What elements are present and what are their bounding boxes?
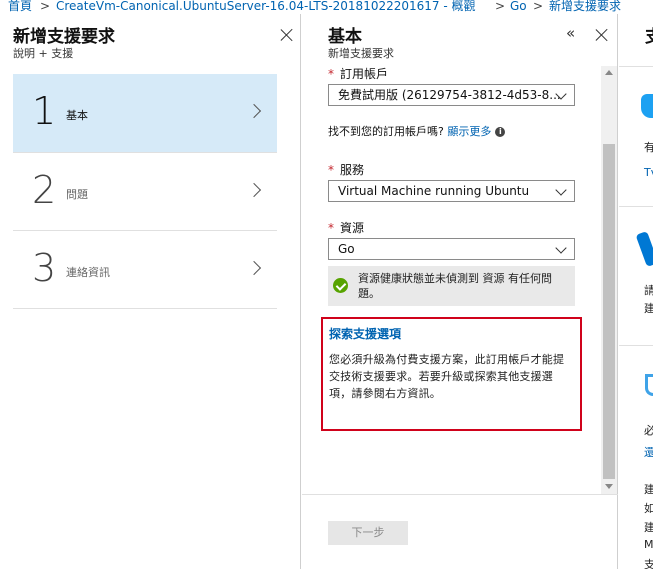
step-number: 3 xyxy=(32,246,57,290)
panel3-text: 有 xyxy=(644,141,653,154)
twitter-icon xyxy=(641,94,653,118)
breadcrumb-new-support-request[interactable]: 新增支援要求 xyxy=(549,0,621,12)
info-icon[interactable]: i xyxy=(495,127,506,137)
blade-subtitle: 說明 + 支援 xyxy=(13,47,74,60)
support-plans-blade: 支 有 Tv 請 建 必 還 建 如 建 M 支 xyxy=(619,14,653,569)
explore-title: 探索支援選項 xyxy=(329,327,402,341)
show-more-link[interactable]: 顯示更多 xyxy=(447,125,491,138)
panel3-text: 建 xyxy=(644,302,653,315)
step-problem[interactable]: 2 問題 xyxy=(13,152,277,230)
panel3-text: 建 xyxy=(644,521,653,534)
step-label: 連絡資訊 xyxy=(66,266,110,279)
panel3-text: M xyxy=(644,538,653,551)
step-label: 基本 xyxy=(66,109,88,122)
panel3-text: 支 xyxy=(644,558,653,569)
health-message: 資源健康狀態並未偵測到 資源 有任何問題。 xyxy=(358,272,552,300)
breadcrumb: 首頁 > CreateVm-Canonical.UbuntuServer-16.… xyxy=(0,0,653,14)
step-label: 問題 xyxy=(66,188,88,201)
close-icon[interactable] xyxy=(280,28,294,42)
explore-support-options: 探索支援選項 您必須升級為付費支援方案，此訂用帳戶才能提交技術支援要求。若要升級… xyxy=(321,317,582,431)
panel3-link[interactable]: 還 xyxy=(644,444,653,460)
divider xyxy=(619,345,653,346)
resource-value: Go xyxy=(338,242,355,256)
chevron-right-icon xyxy=(246,182,262,198)
chevron-right-icon xyxy=(246,103,262,119)
resource-label: * 資源 xyxy=(328,221,365,235)
step-number: 2 xyxy=(32,168,57,212)
scroll-down-icon[interactable] xyxy=(605,484,613,489)
scroll-up-icon[interactable] xyxy=(605,70,613,75)
service-label: * 服務 xyxy=(328,163,365,177)
panel3-text: 建 xyxy=(644,483,653,496)
breadcrumb-home[interactable]: 首頁 xyxy=(8,0,32,12)
panel3-text: 必 xyxy=(644,424,653,437)
divider xyxy=(619,206,653,207)
step-basics[interactable]: 1 基本 xyxy=(13,74,277,152)
chevron-down-icon xyxy=(555,242,567,254)
step-number: 1 xyxy=(32,89,57,133)
service-value: Virtual Machine running Ubuntu xyxy=(338,184,530,198)
breadcrumb-vm-overview[interactable]: CreateVm-Canonical.UbuntuServer-16.04-LT… xyxy=(56,0,476,12)
panel3-text: 請 xyxy=(644,284,653,297)
support-request-steps-blade: 新增支援要求 說明 + 支援 1 基本 2 問題 3 連絡資訊 xyxy=(0,14,301,569)
blade-title: 基本 xyxy=(328,27,362,47)
divider xyxy=(302,494,618,495)
panel3-text: 如 xyxy=(644,502,653,515)
step-contact-info[interactable]: 3 連絡資訊 xyxy=(13,230,277,308)
blade-title: 新增支援要求 xyxy=(13,27,115,47)
explore-body: 您必須升級為付費支援方案，此訂用帳戶才能提交技術支援要求。若要升級或探索其他支援… xyxy=(329,353,565,400)
subscription-value: 免費試用版 (26129754-3812-4d53-8... xyxy=(338,88,561,102)
basics-blade: 基本 新增支援要求 « * 訂用帳戶 免費試用版 (26129754-3812-4… xyxy=(302,14,618,569)
panel3-link[interactable]: Tv xyxy=(644,166,653,179)
collapse-icon[interactable]: « xyxy=(566,24,575,42)
tools-icon xyxy=(635,230,653,268)
divider xyxy=(619,66,653,67)
breadcrumb-separator: > xyxy=(40,0,51,13)
close-icon[interactable] xyxy=(595,28,609,42)
breadcrumb-separator: > xyxy=(533,0,544,13)
subscription-select[interactable]: 免費試用版 (26129754-3812-4d53-8... xyxy=(328,84,575,106)
service-select[interactable]: Virtual Machine running Ubuntu xyxy=(328,180,575,202)
subscription-label: * 訂用帳戶 xyxy=(328,67,389,81)
subscription-help: 找不到您的訂用帳戶嗎? 顯示更多 i xyxy=(328,123,506,139)
shield-icon xyxy=(645,374,653,396)
divider xyxy=(13,308,277,309)
resource-select[interactable]: Go xyxy=(328,238,575,260)
chevron-right-icon xyxy=(246,260,262,276)
breadcrumb-go[interactable]: Go xyxy=(510,0,527,12)
resource-health-banner: 資源健康狀態並未偵測到 資源 有任何問題。 xyxy=(328,266,575,306)
scrollbar-thumb[interactable] xyxy=(603,144,615,479)
blade-title: 支 xyxy=(645,22,653,47)
breadcrumb-separator: > xyxy=(495,0,506,13)
next-button[interactable]: 下一步 xyxy=(328,521,408,545)
blade-subtitle: 新增支援要求 xyxy=(328,47,394,60)
check-circle-icon xyxy=(333,278,348,293)
chevron-down-icon xyxy=(555,184,567,196)
